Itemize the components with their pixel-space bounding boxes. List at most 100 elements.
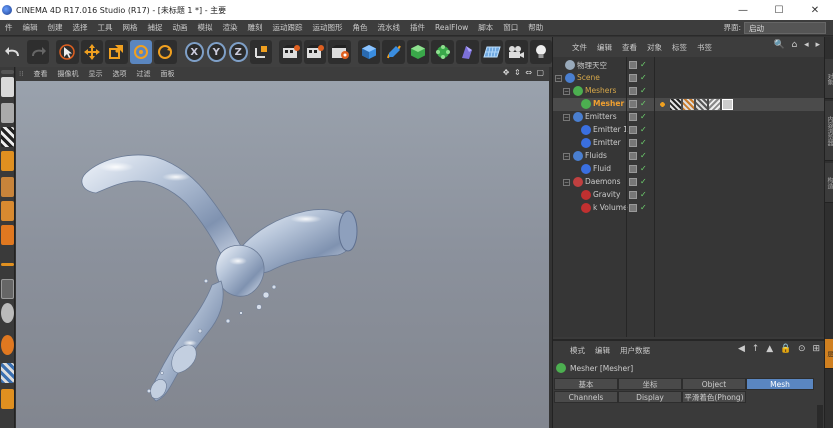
om-menu-objects[interactable]: 对象 (642, 42, 667, 53)
collapse-toggle[interactable]: − (563, 153, 570, 160)
menu-item-snap[interactable]: 捕捉 (143, 22, 168, 33)
object-name[interactable]: Meshers (585, 86, 616, 95)
am-scrollbar[interactable] (817, 405, 823, 428)
tree-row-fluids[interactable]: − Fluids ✓ (553, 150, 825, 163)
menu-item-help[interactable]: 帮助 (523, 22, 548, 33)
menu-item-realflow[interactable]: RealFlow (430, 23, 473, 32)
tab-object[interactable]: Object (682, 378, 746, 390)
recent-tool-icon[interactable] (154, 40, 177, 64)
column-divider[interactable] (626, 57, 627, 337)
am-menu-user-data[interactable]: 用户数据 (615, 345, 655, 356)
object-name[interactable]: Daemons (585, 177, 621, 186)
tree-row-gravity[interactable]: Gravity ✓ (553, 189, 825, 202)
vtab-layer[interactable]: 层 (825, 339, 833, 369)
object-name[interactable]: k Volume (593, 203, 628, 212)
y-axis-lock-icon[interactable]: Y (206, 42, 226, 62)
make-editable-icon[interactable] (1, 77, 14, 97)
tab-mesh[interactable]: Mesh (746, 378, 814, 390)
workplane-icon[interactable] (1, 335, 14, 355)
viewport-menu-cameras[interactable]: 摄像机 (52, 69, 83, 79)
enable-axis-icon[interactable] (1, 279, 14, 299)
light-icon[interactable] (529, 40, 553, 64)
menu-item-window[interactable]: 窗口 (498, 22, 523, 33)
column-divider[interactable] (654, 57, 655, 337)
points-mode-icon[interactable] (1, 177, 14, 197)
collapse-toggle[interactable]: − (563, 114, 570, 121)
close-button[interactable]: ✕ (797, 0, 833, 20)
menu-item-animate[interactable]: 动画 (168, 22, 193, 33)
menu-item-mograph[interactable]: 运动图形 (308, 22, 348, 33)
pen-spline-icon[interactable] (382, 40, 405, 64)
menu-item-create[interactable]: 创建 (43, 22, 68, 33)
model-mode-icon[interactable] (1, 103, 14, 123)
menu-item-select[interactable]: 选择 (68, 22, 93, 33)
menu-item-simulate[interactable]: 模拟 (193, 22, 218, 33)
om-menu-view[interactable]: 查看 (617, 42, 642, 53)
rotate-tool-icon[interactable] (129, 40, 153, 64)
redo-icon[interactable] (26, 40, 50, 64)
material-tag-icon[interactable] (722, 99, 733, 110)
object-name[interactable]: Scene (577, 73, 600, 82)
polygons-mode-icon[interactable] (1, 225, 14, 245)
menu-item-tools[interactable]: 工具 (93, 22, 118, 33)
viewport-menu-filter[interactable]: 过滤 (131, 69, 155, 79)
viewport-menu-panel[interactable]: 面板 (155, 69, 179, 79)
tree-row-scene[interactable]: − Scene ✓ (553, 72, 825, 85)
texture-tag-icon[interactable] (670, 99, 681, 110)
object-name[interactable]: Emitter (593, 138, 621, 147)
edges-mode-icon[interactable] (1, 201, 14, 221)
texture-tag-icon[interactable] (709, 99, 720, 110)
palette-handle[interactable] (1, 70, 14, 74)
floor-object-icon[interactable] (480, 40, 504, 64)
menu-item-mesh[interactable]: 网格 (118, 22, 143, 33)
tag-dot-icon[interactable] (657, 99, 668, 110)
menu-item-script[interactable]: 脚本 (473, 22, 498, 33)
tree-row-meshers[interactable]: − Meshers ✓ (553, 85, 825, 98)
snap-icon[interactable] (1, 303, 14, 323)
undo-icon[interactable] (2, 40, 25, 64)
vtab-objects[interactable]: 对象 (825, 59, 833, 99)
menu-item-render[interactable]: 渲染 (218, 22, 243, 33)
tree-row-fluid[interactable]: Fluid ✓ (553, 163, 825, 176)
object-name[interactable]: Mesher (593, 99, 624, 108)
object-name[interactable]: Emitters (585, 112, 617, 121)
menu-item-edit[interactable]: 编辑 (18, 22, 43, 33)
move-tool-icon[interactable] (80, 40, 104, 64)
texture-tag-icon[interactable] (683, 99, 694, 110)
object-name[interactable]: Emitter 1 (593, 125, 628, 134)
planar-workplane-icon[interactable] (1, 389, 14, 409)
tree-row-k-volume[interactable]: k Volume ✓ (553, 202, 825, 215)
object-name[interactable]: Fluids (585, 151, 607, 160)
cube-primitive-icon[interactable] (357, 40, 381, 64)
x-axis-lock-icon[interactable]: X (184, 42, 204, 62)
object-tree[interactable]: 物理天空 ✓ − Scene ✓ − Meshers ✓ Mesher ✓ − … (553, 57, 825, 337)
workplane-mode-icon[interactable] (1, 151, 14, 171)
render-to-picture-viewer-icon[interactable] (303, 40, 327, 64)
menu-item-plugins[interactable]: 插件 (405, 22, 430, 33)
maximize-button[interactable]: ☐ (761, 0, 797, 20)
viewport-navigation-icons[interactable]: ✥ ⇕ ⇔ ▢ (503, 68, 545, 77)
layout-dropdown[interactable]: 启动 (744, 22, 826, 34)
am-menu-mode[interactable]: 模式 (565, 345, 590, 356)
locked-workplane-icon[interactable] (1, 363, 14, 383)
cloner-icon[interactable] (431, 40, 455, 64)
tab-display[interactable]: Display (618, 391, 682, 403)
tree-row-mesher-selected[interactable]: Mesher ✓ (553, 98, 825, 111)
viewport-menu-display[interactable]: 显示 (83, 69, 107, 79)
om-toolbar-icons[interactable]: 🔍 ⌂ ◂ ▸ (773, 40, 822, 50)
object-name[interactable]: 物理天空 (577, 60, 607, 71)
3d-viewport[interactable] (16, 81, 549, 428)
tab-basic[interactable]: 基本 (554, 378, 618, 390)
render-settings-icon[interactable] (328, 40, 351, 64)
deformer-icon[interactable] (456, 40, 479, 64)
collapse-toggle[interactable]: − (555, 75, 562, 82)
tree-row-daemons[interactable]: − Daemons ✓ (553, 176, 825, 189)
scale-tool-icon[interactable] (105, 40, 128, 64)
menu-item-pipeline[interactable]: 流水线 (373, 22, 406, 33)
menu-item-character[interactable]: 角色 (348, 22, 373, 33)
tab-channels[interactable]: Channels (554, 391, 618, 403)
collapse-toggle[interactable]: − (563, 179, 570, 186)
tree-row-physical-sky[interactable]: 物理天空 ✓ (553, 59, 825, 72)
menu-item-file[interactable]: 件 (0, 22, 18, 33)
om-menu-bookmarks[interactable]: 书签 (692, 42, 717, 53)
